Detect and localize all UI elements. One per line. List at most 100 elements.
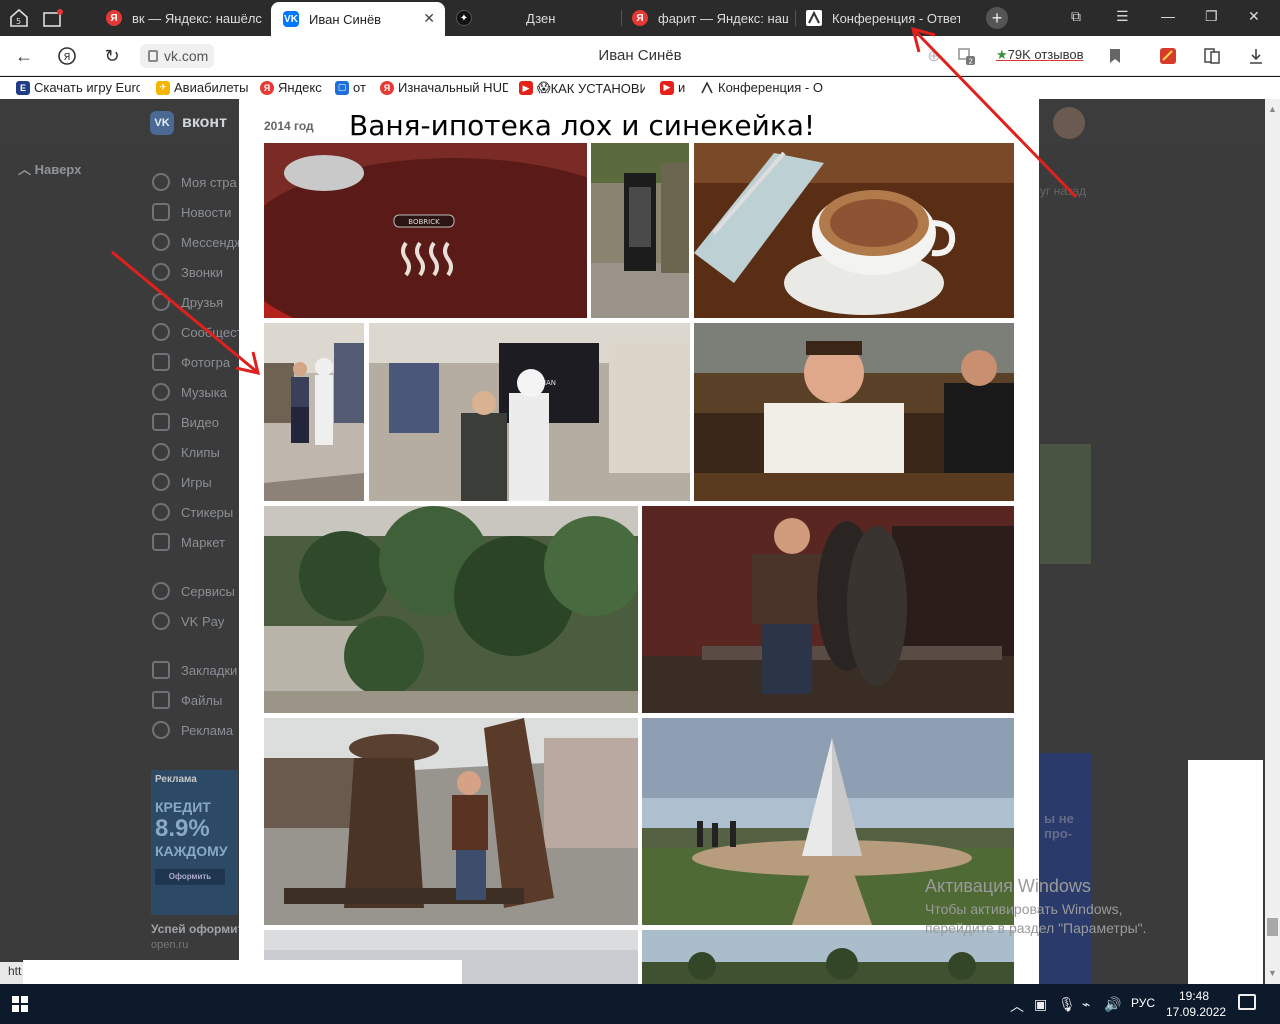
photo-stormtrooper-man[interactable]: [264, 323, 364, 501]
music-icon: [152, 383, 170, 401]
new-tab-button[interactable]: +: [986, 7, 1008, 29]
photo-cappuccino[interactable]: [694, 143, 1014, 318]
tab-ivan-sinev[interactable]: VK Иван Синёв ✕: [271, 2, 445, 36]
extension-icon[interactable]: ⊕: [924, 46, 944, 66]
ad-banner[interactable]: Реклама КРЕДИТ 8.9% КАЖДОМУ Оформить: [151, 770, 238, 915]
sticker-icon: [152, 503, 170, 521]
gamepad-icon: [152, 473, 170, 491]
bookmark-euro[interactable]: E Скачать игру Euro: [16, 80, 140, 95]
address-bar: ← Я ↻ vk.com Иван Синёв ⊕ 2 ★79K отзывов: [0, 36, 1280, 76]
right-column-ad[interactable]: ы не про-: [1040, 753, 1091, 984]
photo-sky-2[interactable]: [642, 930, 1014, 984]
sidebar-item-messenger[interactable]: Мессендж: [152, 227, 243, 257]
photo-stormtrooper-woman[interactable]: TOPMAN: [369, 323, 690, 501]
downloads-folder-icon[interactable]: [40, 5, 66, 31]
windows-activation-title: Активация Windows: [925, 876, 1091, 896]
menu-icon[interactable]: ☰: [1116, 8, 1129, 25]
close-window-icon[interactable]: ✕: [1248, 8, 1260, 25]
collections-icon[interactable]: [1202, 46, 1222, 66]
user-icon: [152, 173, 170, 191]
sidebar-item-music[interactable]: Музыка: [152, 377, 243, 407]
yandex-button-icon[interactable]: Я: [57, 46, 77, 66]
euro-icon: E: [16, 80, 30, 95]
chevron-up-icon[interactable]: ︿: [1010, 996, 1024, 1016]
sidebar-item-vkpay[interactable]: VK Pay: [152, 606, 243, 636]
dzen-icon: ✦: [456, 10, 472, 26]
plane-icon: ✈: [156, 80, 170, 95]
restore-icon[interactable]: ❐: [1205, 8, 1218, 25]
sidebar-item-news[interactable]: Новости: [152, 197, 243, 227]
microphone-icon[interactable]: 🎙: [1058, 996, 1076, 1013]
bookmark-hud[interactable]: Я Изначальный HUD: [380, 80, 508, 95]
minimize-icon[interactable]: —: [1161, 8, 1175, 24]
scroll-up-icon[interactable]: ▲: [1268, 104, 1277, 114]
ad-title[interactable]: Успей оформит: [151, 922, 243, 936]
sidebar-item-ads[interactable]: Реклама: [152, 715, 243, 745]
avatar[interactable]: [1053, 107, 1085, 139]
photo-phone-booth[interactable]: [591, 143, 689, 318]
close-icon[interactable]: ✕: [423, 10, 435, 27]
photo-hand-dryer[interactable]: BOBRICK: [264, 143, 587, 318]
ad-button[interactable]: Оформить: [155, 869, 225, 885]
ad-domain: open.ru: [151, 939, 189, 951]
scroll-down-icon[interactable]: ▼: [1268, 968, 1277, 978]
tabs-icon[interactable]: ⧉: [1071, 8, 1081, 25]
conference-icon: [806, 10, 822, 26]
photo-icon: [152, 353, 170, 371]
bookmark-youtube-install[interactable]: ▶ 😱 КАК УСТАНОВИ: [519, 80, 645, 96]
reload-icon[interactable]: ↻: [102, 46, 122, 66]
back-arrow-icon[interactable]: ←: [14, 46, 34, 66]
sidebar-item-games[interactable]: Игры: [152, 467, 243, 497]
sidebar-item-stickers[interactable]: Стикеры: [152, 497, 243, 527]
ads-icon: [152, 721, 170, 739]
bookmark-icon[interactable]: [1105, 46, 1125, 66]
sidebar-item-photos[interactable]: Фотогра: [152, 347, 243, 377]
volume-icon[interactable]: 🔊: [1104, 996, 1121, 1013]
reviews-link[interactable]: ★79K отзывов: [996, 47, 1084, 63]
tab-conference[interactable]: Конференция - Ответ: [806, 4, 960, 32]
tab-dzen[interactable]: ✦ Дзен: [456, 4, 616, 32]
up-link[interactable]: ︿ Наверх: [18, 159, 81, 178]
yandex-icon: Я: [106, 10, 122, 26]
photo-mushroom-sculpture[interactable]: [264, 718, 638, 925]
bookmark-aviabilety[interactable]: ✈ Авиабилеты: [156, 80, 248, 95]
vk-logo[interactable]: VK вконт: [150, 111, 227, 135]
home-icon[interactable]: 5: [6, 5, 32, 31]
language-indicator[interactable]: РУС: [1131, 996, 1155, 1010]
page-title: Иван Синёв: [598, 47, 682, 64]
extension-red-icon[interactable]: [1158, 46, 1178, 66]
scrollbar[interactable]: [1265, 99, 1280, 984]
url-field[interactable]: vk.com: [140, 44, 215, 68]
sidebar-item-communities[interactable]: Сообщест: [152, 317, 243, 347]
tab-yandex-vk[interactable]: Я вк — Яндекс: нашёлся: [106, 4, 262, 32]
protect-icon[interactable]: 2: [956, 46, 976, 66]
sidebar-item-market[interactable]: Маркет: [152, 527, 243, 557]
clock[interactable]: 19:48 17.09.2022: [1166, 988, 1226, 1020]
bookmark-youtube-i[interactable]: ▶ и: [660, 80, 685, 95]
sidebar-item-bookmarks[interactable]: Закладки: [152, 655, 243, 685]
download-icon[interactable]: [1246, 46, 1266, 66]
windows-start-icon[interactable]: [12, 996, 28, 1012]
network-icon[interactable]: ⌁: [1082, 996, 1090, 1013]
photo-indoor-garden[interactable]: [264, 506, 638, 713]
sidebar-item-video[interactable]: Видео: [152, 407, 243, 437]
bookmark-ot[interactable]: ▢ от: [335, 80, 366, 95]
sidebar-item-services[interactable]: Сервисы: [152, 576, 243, 606]
camera-icon[interactable]: ▣: [1034, 996, 1047, 1013]
bookmark-yandex[interactable]: Я Яндекс: [260, 80, 322, 95]
video-icon: [152, 413, 170, 431]
friends-icon: [152, 293, 170, 311]
sidebar-item-friends[interactable]: Друзья: [152, 287, 243, 317]
sidebar-item-clips[interactable]: Клипы: [152, 437, 243, 467]
lock-icon: [148, 50, 158, 62]
chat-icon: [152, 233, 170, 251]
notifications-icon[interactable]: [1238, 994, 1256, 1010]
sidebar-item-calls[interactable]: Звонки: [152, 257, 243, 287]
photo-bronze-statues[interactable]: [642, 506, 1014, 713]
tab-yandex-farit[interactable]: Я фарит — Яндекс: наш: [632, 4, 788, 32]
sidebar-item-my-page[interactable]: Моя стра: [152, 167, 243, 197]
scrollbar-thumb[interactable]: [1267, 918, 1278, 936]
sidebar-item-files[interactable]: Файлы: [152, 685, 243, 715]
bookmark-conference[interactable]: Конференция - О: [700, 80, 826, 95]
photo-man-in-pub[interactable]: [694, 323, 1014, 501]
